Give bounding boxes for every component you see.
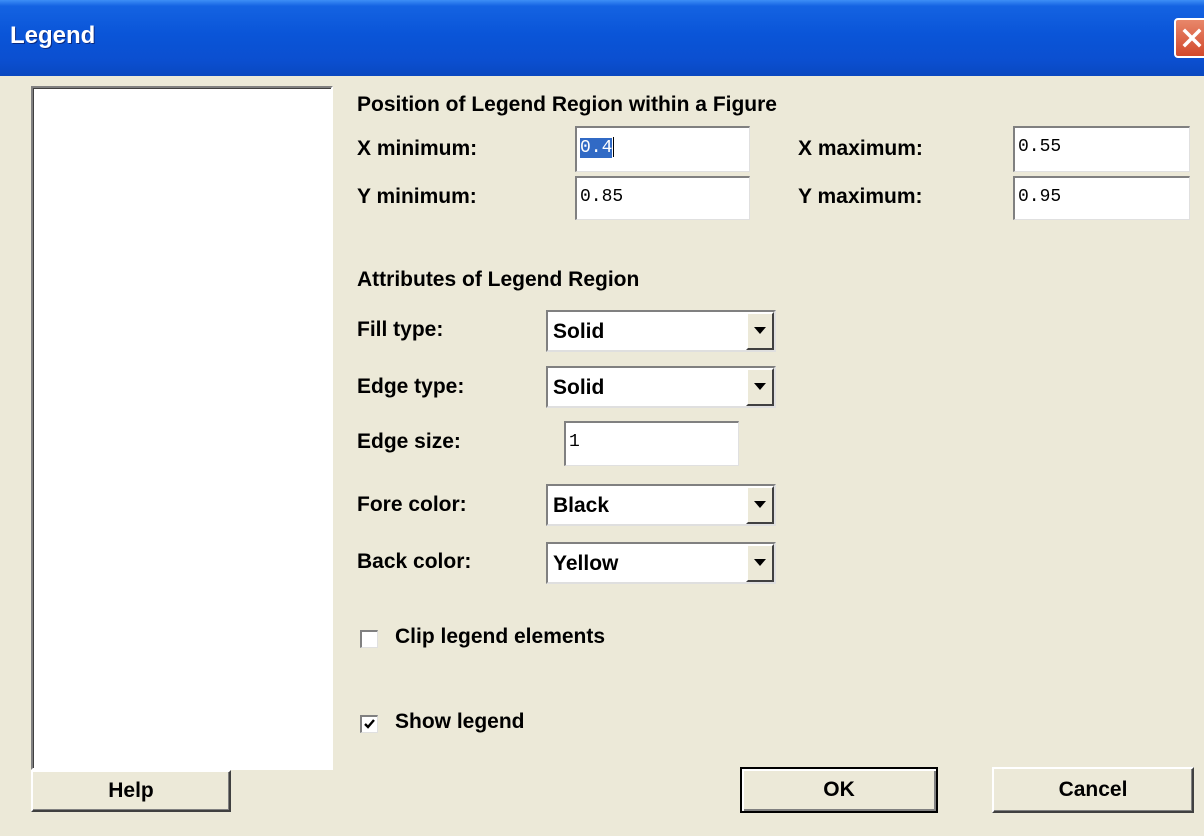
chevron-down-icon xyxy=(754,383,766,390)
edge-size-input[interactable]: 1 xyxy=(564,421,739,466)
legend-entries-list[interactable] xyxy=(31,86,333,770)
fill-type-value: Solid xyxy=(553,320,605,343)
help-button[interactable]: Help xyxy=(31,770,231,812)
chevron-down-icon xyxy=(754,327,766,334)
position-heading: Position of Legend Region within a Figur… xyxy=(357,93,777,116)
x-minimum-input[interactable]: 0.4 xyxy=(575,126,750,172)
fore-color-select[interactable]: Black xyxy=(546,484,776,526)
edge-type-select[interactable]: Solid xyxy=(546,366,776,408)
back-color-value: Yellow xyxy=(553,552,619,575)
x-minimum-label: X minimum: xyxy=(357,137,478,160)
show-legend-checkbox[interactable] xyxy=(360,715,378,733)
back-color-dropdown-button[interactable] xyxy=(746,544,774,582)
fore-color-label: Fore color: xyxy=(357,493,467,516)
edge-type-label: Edge type: xyxy=(357,375,465,398)
checkmark-icon xyxy=(364,719,375,729)
fill-type-select[interactable]: Solid xyxy=(546,310,776,352)
chevron-down-icon xyxy=(754,559,766,566)
x-minimum-selected-text: 0.4 xyxy=(580,137,613,158)
back-color-select[interactable]: Yellow xyxy=(546,542,776,584)
y-maximum-input[interactable]: 0.95 xyxy=(1013,176,1190,220)
close-icon xyxy=(1182,28,1202,48)
window-title: Legend xyxy=(10,22,96,49)
attributes-heading: Attributes of Legend Region xyxy=(357,268,640,291)
fill-type-label: Fill type: xyxy=(357,318,444,341)
show-legend-label[interactable]: Show legend xyxy=(395,710,525,734)
fore-color-dropdown-button[interactable] xyxy=(746,486,774,524)
edge-type-dropdown-button[interactable] xyxy=(746,368,774,406)
edge-type-value: Solid xyxy=(553,376,605,399)
title-bar[interactable]: Legend xyxy=(0,0,1204,76)
y-minimum-label: Y minimum: xyxy=(357,185,477,208)
x-maximum-label: X maximum: xyxy=(798,137,923,160)
x-maximum-input[interactable]: 0.55 xyxy=(1013,126,1190,172)
chevron-down-icon xyxy=(754,501,766,508)
y-maximum-label: Y maximum: xyxy=(798,185,923,208)
cancel-button[interactable]: Cancel xyxy=(992,767,1194,813)
ok-button[interactable]: OK xyxy=(740,767,938,813)
text-caret xyxy=(613,137,615,157)
clip-legend-checkbox[interactable] xyxy=(360,630,378,648)
clip-legend-label[interactable]: Clip legend elements xyxy=(395,625,605,649)
fore-color-value: Black xyxy=(553,494,610,517)
close-button[interactable] xyxy=(1174,18,1204,58)
back-color-label: Back color: xyxy=(357,550,472,573)
fill-type-dropdown-button[interactable] xyxy=(746,312,774,350)
y-minimum-input[interactable]: 0.85 xyxy=(575,176,750,220)
edge-size-label: Edge size: xyxy=(357,430,461,453)
